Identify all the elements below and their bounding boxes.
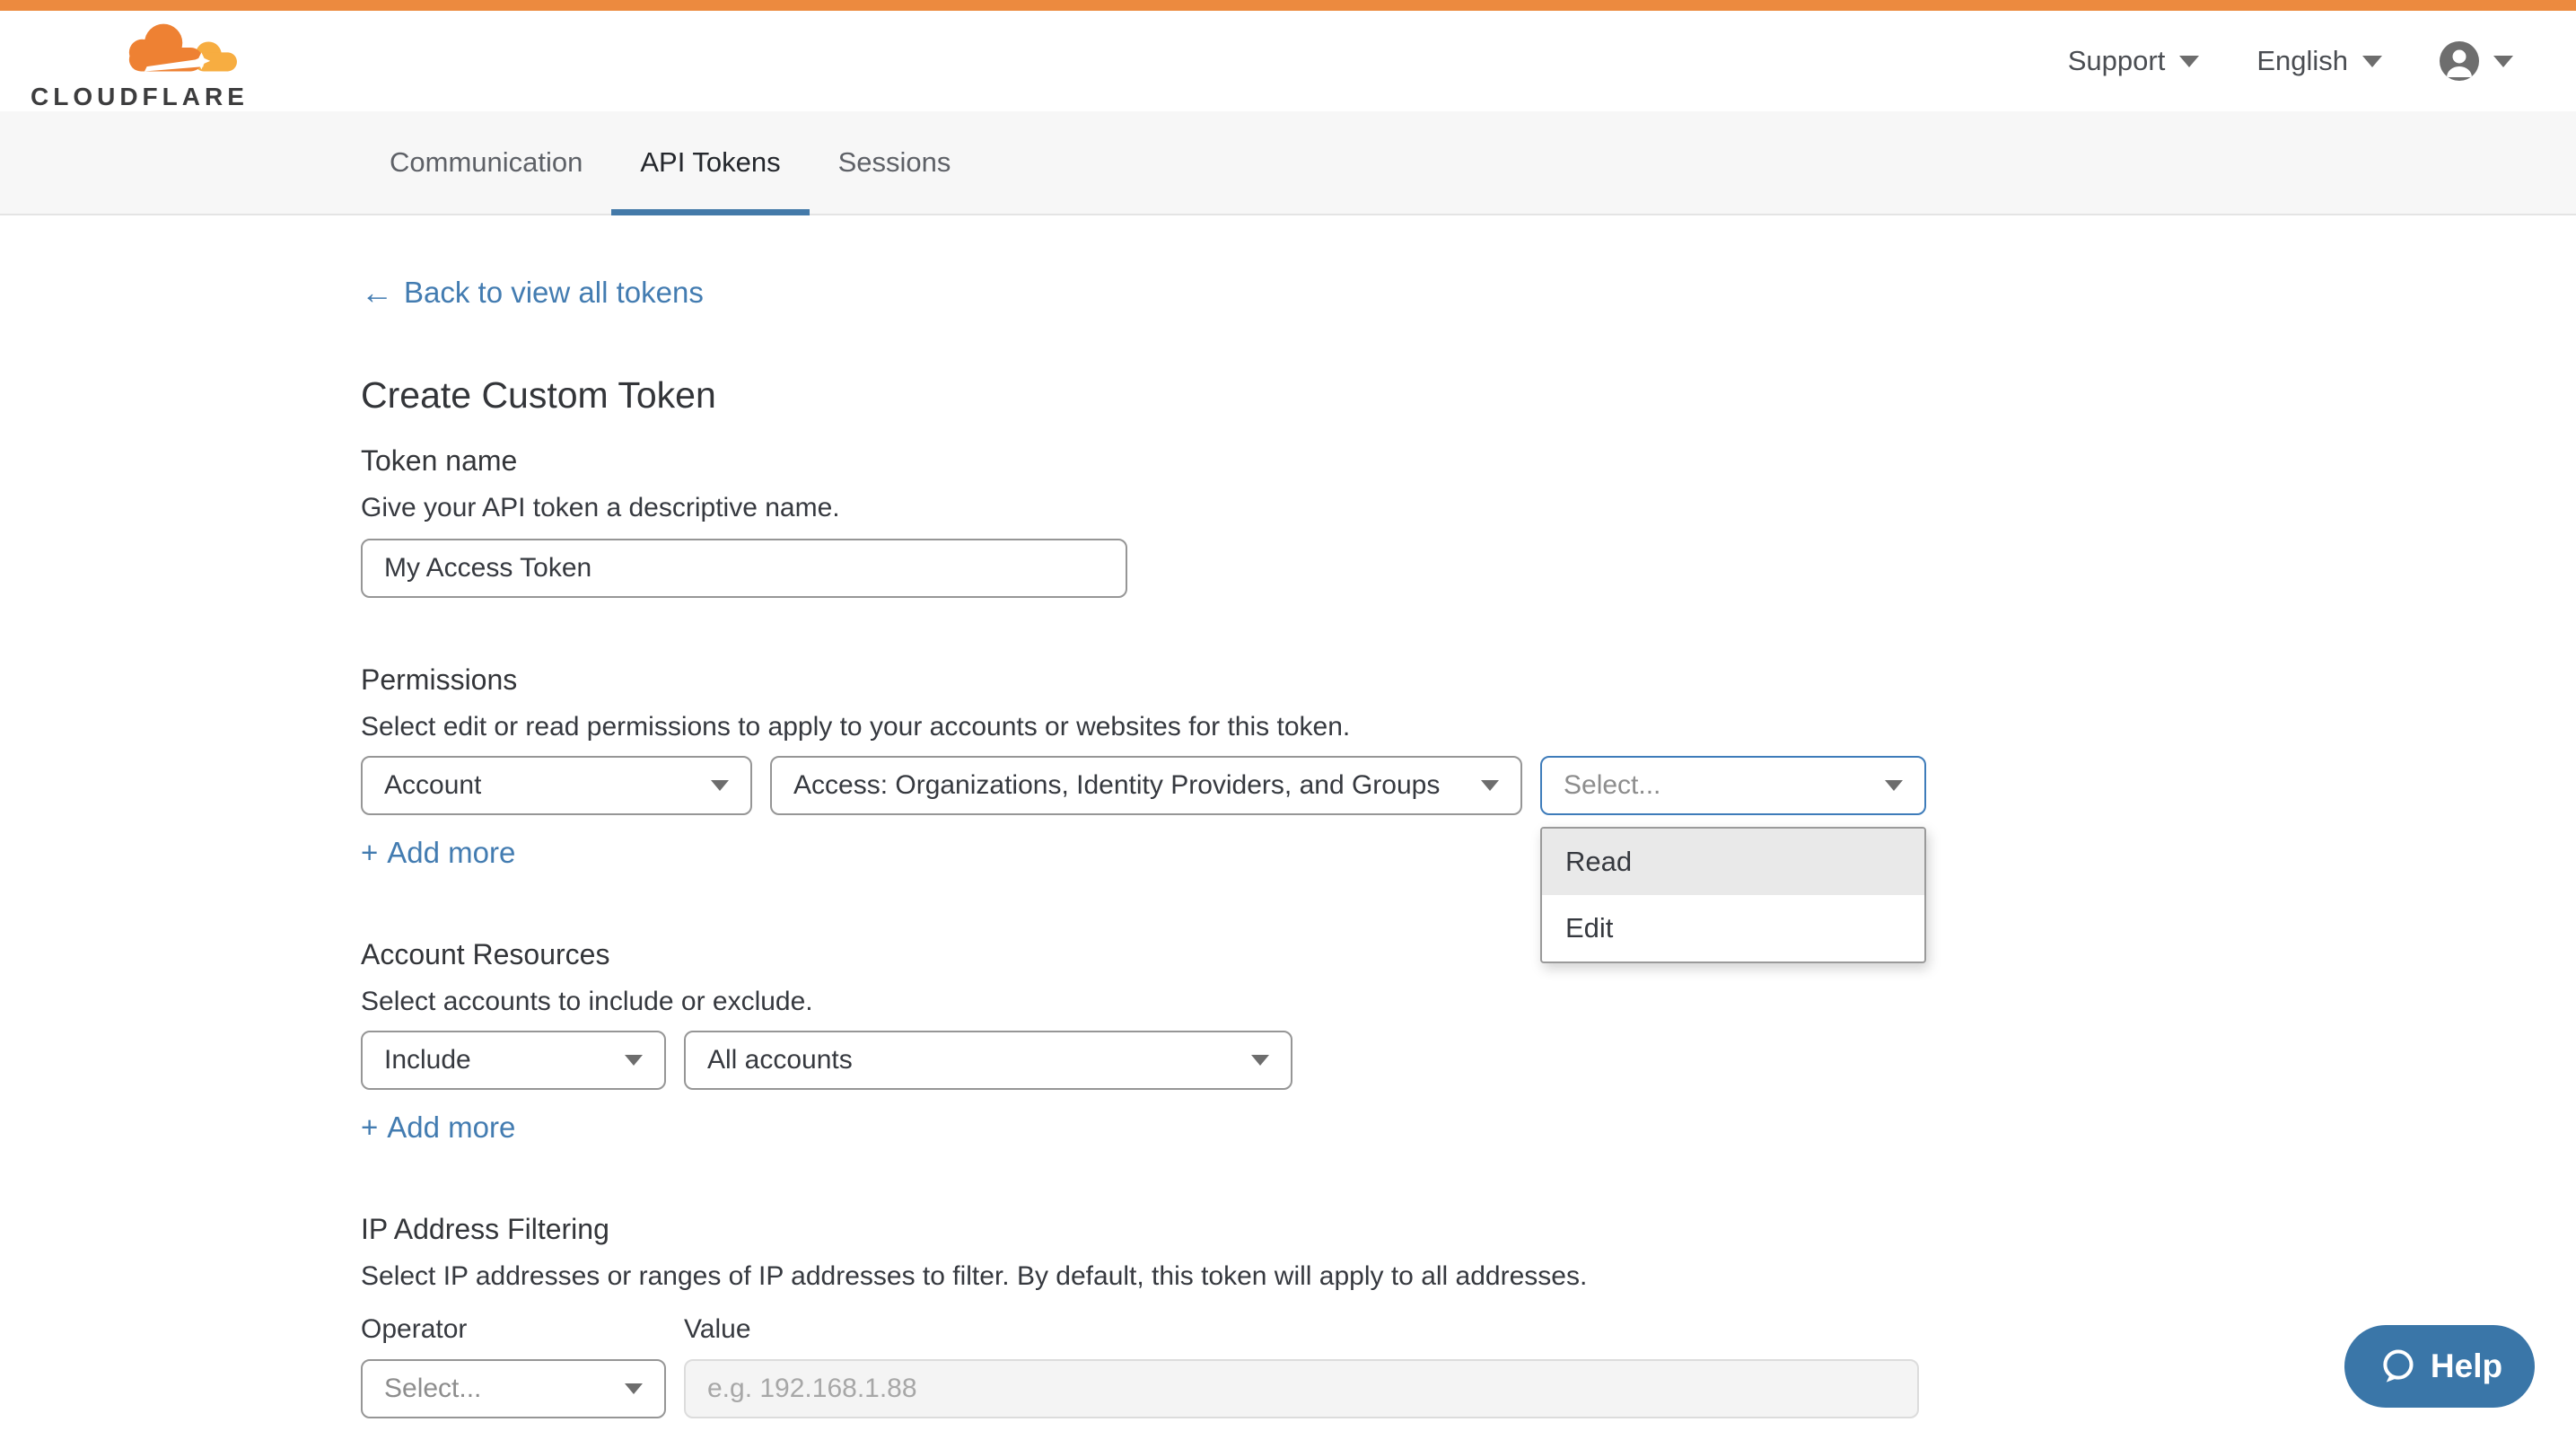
chat-bubble-icon <box>2377 1346 2418 1387</box>
user-menu[interactable] <box>2440 41 2513 81</box>
resource-scope-select[interactable]: All accounts <box>684 1031 1292 1090</box>
permission-access-select[interactable]: Select... <box>1540 756 1926 815</box>
permissions-description: Select edit or read permissions to apply… <box>361 709 2576 745</box>
operator-label: Operator <box>361 1311 684 1348</box>
ip-operator-placeholder: Select... <box>384 1374 481 1404</box>
app-header: CLOUDFLARE Support English <box>0 11 2576 111</box>
account-resources-description: Select accounts to include or exclude. <box>361 984 2576 1020</box>
ip-field-labels: Operator Value <box>361 1311 2576 1348</box>
language-menu[interactable]: English <box>2256 45 2382 77</box>
ip-operator-select[interactable]: Select... <box>361 1359 666 1418</box>
tab-sessions-label: Sessions <box>838 146 951 179</box>
add-more-resources-label: Add more <box>387 1108 515 1147</box>
menu-option-read[interactable]: Read <box>1542 829 1924 895</box>
permission-access-placeholder: Select... <box>1564 770 1660 801</box>
menu-option-edit[interactable]: Edit <box>1542 895 1924 961</box>
top-accent-bar <box>0 0 2576 11</box>
ip-filtering-heading: IP Address Filtering <box>361 1210 2576 1248</box>
chevron-down-icon <box>625 1055 643 1066</box>
permission-category-select[interactable]: Account <box>361 756 752 815</box>
ip-filtering-row: Select... <box>361 1359 2576 1418</box>
chevron-down-icon <box>711 780 729 791</box>
back-link[interactable]: ← Back to view all tokens <box>361 273 704 312</box>
plus-icon: + <box>361 833 378 873</box>
cloudflare-logo[interactable]: CLOUDFLARE <box>31 22 239 111</box>
resource-mode-value: Include <box>384 1045 471 1075</box>
main-content: ← Back to view all tokens Create Custom … <box>0 215 2576 1418</box>
token-name-description: Give your API token a descriptive name. <box>361 490 2576 526</box>
permission-access-menu: Read Edit <box>1540 827 1926 963</box>
chevron-down-icon <box>1481 780 1499 791</box>
ip-filtering-description: Select IP addresses or ranges of IP addr… <box>361 1259 2576 1295</box>
account-resources-heading: Account Resources <box>361 935 2576 973</box>
resource-scope-value: All accounts <box>707 1045 853 1075</box>
chevron-down-icon <box>1885 780 1903 791</box>
brand-name: CLOUDFLARE <box>31 83 239 111</box>
permission-resource-value: Access: Organizations, Identity Provider… <box>793 770 1440 801</box>
chevron-down-icon <box>2362 56 2382 67</box>
chevron-down-icon <box>625 1383 643 1394</box>
add-more-permissions-link[interactable]: + Add more <box>361 833 515 873</box>
tab-bar: Communication API Tokens Sessions <box>0 111 2576 215</box>
token-name-input[interactable] <box>361 539 1127 598</box>
chevron-down-icon <box>2179 56 2199 67</box>
help-label: Help <box>2431 1348 2502 1385</box>
help-button[interactable]: Help <box>2344 1325 2535 1408</box>
cloudflare-cloud-icon <box>113 22 239 81</box>
token-name-heading: Token name <box>361 442 2576 479</box>
tab-api-tokens-label: API Tokens <box>640 146 780 179</box>
plus-icon: + <box>361 1108 378 1147</box>
resource-mode-select[interactable]: Include <box>361 1031 666 1090</box>
support-menu[interactable]: Support <box>2068 45 2200 77</box>
add-more-resources-link[interactable]: + Add more <box>361 1108 515 1147</box>
active-tab-underline <box>611 209 809 215</box>
permission-category-value: Account <box>384 770 481 801</box>
permissions-heading: Permissions <box>361 661 2576 698</box>
add-more-permissions-label: Add more <box>387 833 515 873</box>
language-label: English <box>2256 45 2348 77</box>
ip-value-input[interactable] <box>684 1359 1919 1418</box>
account-resources-row: Include All accounts <box>361 1031 2576 1090</box>
tab-api-tokens[interactable]: API Tokens <box>611 111 809 214</box>
permission-access-select-wrap: Select... Read Edit <box>1540 756 1926 815</box>
page-title: Create Custom Token <box>361 370 2576 420</box>
tab-communication-label: Communication <box>390 146 583 179</box>
tab-communication[interactable]: Communication <box>361 111 611 214</box>
header-nav: Support English <box>2068 11 2513 111</box>
permission-resource-select[interactable]: Access: Organizations, Identity Provider… <box>770 756 1522 815</box>
chevron-down-icon <box>1251 1055 1269 1066</box>
back-arrow-icon: ← <box>361 273 393 312</box>
chevron-down-icon <box>2493 56 2513 67</box>
back-link-label: Back to view all tokens <box>404 273 704 312</box>
permissions-row: Account Access: Organizations, Identity … <box>361 756 2576 815</box>
tab-sessions[interactable]: Sessions <box>810 111 980 214</box>
support-label: Support <box>2068 45 2166 77</box>
user-avatar-icon <box>2440 41 2479 81</box>
value-label: Value <box>684 1311 751 1348</box>
